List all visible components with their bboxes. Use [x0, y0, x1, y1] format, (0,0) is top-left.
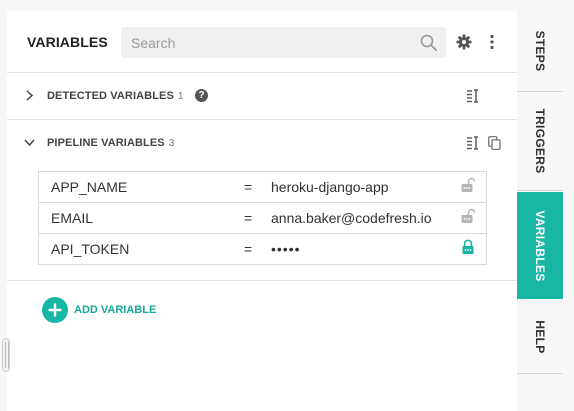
tab-variables[interactable]: VARIABLES	[517, 192, 563, 299]
grip-lines-icon	[5, 342, 9, 368]
lock-icon[interactable]	[461, 239, 475, 255]
help-icon[interactable]: ?	[195, 89, 208, 102]
pipeline-variables-count: 3	[168, 138, 175, 149]
variable-key[interactable]: API_TOKEN	[51, 241, 129, 257]
equals-sign: =	[244, 210, 253, 226]
tab-help-label[interactable]: HELP	[533, 320, 547, 353]
bulk-edit-icon[interactable]	[466, 136, 480, 150]
detected-variables-section: DETECTED VARIABLES 1 ?	[7, 73, 517, 120]
variable-row[interactable]: APP_NAME = heroku-django-app	[39, 172, 486, 203]
resize-handle[interactable]	[2, 338, 10, 372]
variable-row[interactable]: API_TOKEN = •••••	[39, 234, 486, 264]
search-box[interactable]	[121, 27, 446, 58]
search-icon[interactable]	[420, 34, 437, 51]
panel-title: VARIABLES	[27, 34, 108, 50]
variable-key[interactable]: APP_NAME	[51, 179, 127, 195]
pipeline-variables-label: PIPELINE VARIABLES	[47, 137, 165, 149]
tab-steps[interactable]: STEPS	[517, 11, 563, 92]
kebab-menu-icon[interactable]	[489, 34, 495, 50]
variable-value[interactable]: heroku-django-app	[271, 179, 389, 195]
pipeline-variables-header[interactable]: PIPELINE VARIABLES 3	[7, 120, 517, 166]
variables-panel: VARIABLES Search DETECTED VARIABLES 1 ? …	[7, 11, 517, 411]
side-tab-rail: STEPS TRIGGERS VARIABLES HELP	[517, 11, 563, 411]
plus-icon	[48, 303, 62, 317]
search-input[interactable]	[121, 27, 411, 58]
pipeline-variables-section: PIPELINE VARIABLES 3 APP_NAME = heroku-dj…	[7, 120, 517, 281]
lock-open-icon[interactable]	[461, 208, 475, 224]
copy-icon[interactable]	[488, 136, 501, 150]
chevron-right-icon	[26, 90, 34, 101]
lock-open-icon[interactable]	[461, 177, 475, 193]
tab-variables-label[interactable]: VARIABLES	[533, 210, 547, 281]
variable-row[interactable]: EMAIL = anna.baker@codefresh.io	[39, 203, 486, 234]
detected-variables-title: DETECTED VARIABLES 1	[47, 90, 184, 102]
detected-variables-count: 1	[177, 91, 184, 102]
tab-triggers-label[interactable]: TRIGGERS	[533, 108, 547, 173]
variable-value-masked[interactable]: •••••	[271, 241, 301, 257]
variable-value[interactable]: anna.baker@codefresh.io	[271, 210, 432, 226]
bulk-edit-icon[interactable]	[466, 89, 480, 103]
equals-sign: =	[244, 179, 253, 195]
variable-key[interactable]: EMAIL	[51, 210, 93, 226]
chevron-down-icon	[24, 139, 35, 147]
app-root: VARIABLES Search DETECTED VARIABLES 1 ? …	[0, 0, 574, 411]
tab-triggers[interactable]: TRIGGERS	[517, 92, 563, 191]
equals-sign: =	[244, 241, 253, 257]
tab-steps-label[interactable]: STEPS	[533, 31, 547, 72]
detected-variables-header[interactable]: DETECTED VARIABLES 1	[7, 73, 517, 119]
pipeline-variables-title: PIPELINE VARIABLES 3	[47, 137, 174, 149]
plus-circle[interactable]	[42, 297, 68, 323]
gear-icon[interactable]	[456, 34, 472, 50]
variables-table: APP_NAME = heroku-django-app EMAIL = ann…	[38, 171, 487, 265]
tab-help[interactable]: HELP	[517, 300, 563, 374]
add-variable-label[interactable]: ADD VARIABLE	[74, 304, 156, 316]
detected-variables-label: DETECTED VARIABLES	[47, 90, 174, 102]
panel-header: VARIABLES	[7, 11, 517, 73]
